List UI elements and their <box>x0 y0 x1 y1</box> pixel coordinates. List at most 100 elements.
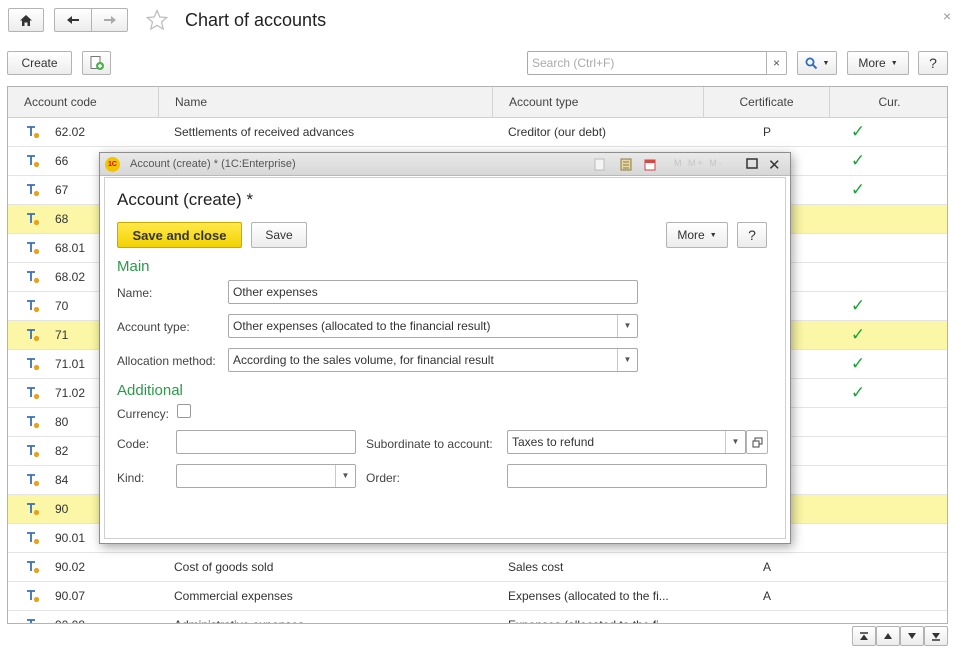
dialog-title-bar[interactable]: 1C Account (create) * (1C:Enterprise) M … <box>100 153 790 176</box>
order-field[interactable] <box>507 464 767 488</box>
save-and-close-button[interactable]: Save and close <box>117 222 242 248</box>
code-field[interactable] <box>176 430 356 454</box>
dialog-more-label: More <box>677 228 705 242</box>
account-type-icon <box>26 531 40 545</box>
dialog-content: Account (create) * Save and close Save M… <box>104 177 786 539</box>
account-type-icon <box>26 183 40 197</box>
currency-check-icon: ✓ <box>850 383 866 402</box>
account-type-label: Account type: <box>117 320 190 334</box>
search-clear-button[interactable]: × <box>766 51 787 75</box>
search-placeholder: Search (Ctrl+F) <box>532 56 615 70</box>
memory-buttons-icon: M M+ M- <box>674 158 724 168</box>
cell-certificate: P <box>762 125 771 139</box>
account-type-icon <box>26 299 40 313</box>
maximize-icon[interactable] <box>746 158 758 169</box>
currency-check-icon: ✓ <box>850 325 866 344</box>
dialog-title: Account (create) * <box>117 190 254 209</box>
table-row[interactable]: 90.02 Cost of goods sold Sales cost A <box>8 553 947 582</box>
dropdown-arrow-icon[interactable]: ▼ <box>617 315 637 337</box>
chevron-down-icon: ▼ <box>709 231 717 239</box>
account-type-icon <box>26 212 40 226</box>
calendar-icon[interactable] <box>644 158 656 171</box>
currency-check-icon: ✓ <box>850 354 866 373</box>
scroll-to-top-button[interactable] <box>852 626 876 646</box>
save-button[interactable]: Save <box>251 222 307 248</box>
currency-checkbox[interactable] <box>177 404 191 418</box>
cell-name: Administrative expenses <box>174 611 489 623</box>
order-label: Order: <box>366 471 401 485</box>
table-header: Account code Name Account type Certifica… <box>8 87 947 118</box>
kind-select[interactable]: ▼ <box>176 464 356 488</box>
dropdown-arrow-icon[interactable]: ▼ <box>335 465 355 487</box>
table-row[interactable]: 62.02 Settlements of received advances Cre… <box>8 118 947 147</box>
dialog-help-button[interactable]: ? <box>737 222 767 248</box>
cell-account-type: Expenses (allocated to the fi... <box>508 589 669 603</box>
account-type-icon <box>26 386 40 400</box>
table-row[interactable]: 90.08 Administrative expenses Expenses (al… <box>8 611 947 623</box>
currency-label: Currency: <box>117 407 170 421</box>
currency-check-icon: ✓ <box>850 180 866 199</box>
favorite-star-icon[interactable] <box>146 9 168 31</box>
dialog-help-label: ? <box>748 227 756 243</box>
section-main-heading: Main <box>117 258 150 275</box>
scroll-up-button[interactable] <box>876 626 900 646</box>
account-create-dialog[interactable]: 1C Account (create) * (1C:Enterprise) M … <box>99 152 791 544</box>
dropdown-arrow-icon[interactable]: ▼ <box>617 349 637 371</box>
cell-name: Settlements of received advances <box>174 125 355 139</box>
account-type-icon <box>26 473 40 487</box>
chevron-down-icon: ▼ <box>890 59 898 67</box>
triangle-up-icon <box>883 632 893 640</box>
cell-account-code: 90.07 <box>55 589 86 603</box>
name-value: Other expenses <box>233 285 318 299</box>
column-header-name[interactable]: Name <box>159 87 493 118</box>
help-button[interactable]: ? <box>918 51 948 75</box>
currency-check-icon: ✓ <box>850 151 866 170</box>
search-button[interactable]: ▼ <box>797 51 837 75</box>
column-header-certificate[interactable]: Certificate <box>704 87 830 118</box>
copy-button[interactable] <box>82 51 111 75</box>
calculator-icon[interactable] <box>620 158 632 171</box>
account-type-icon <box>26 444 40 458</box>
table-row[interactable]: 90.07 Commercial expenses Expenses (alloca… <box>8 582 947 611</box>
column-header-account-code[interactable]: Account code <box>8 87 159 118</box>
name-label: Name: <box>117 286 153 300</box>
close-icon[interactable]: × <box>943 8 951 24</box>
scroll-down-button[interactable] <box>900 626 924 646</box>
document-icon[interactable] <box>594 158 605 171</box>
open-window-icon <box>752 437 763 448</box>
cell-certificate: A <box>762 560 771 574</box>
dropdown-arrow-icon[interactable]: ▼ <box>725 431 745 453</box>
column-header-cur[interactable]: Cur. <box>830 87 947 118</box>
help-button-label: ? <box>929 55 937 71</box>
account-type-select[interactable]: Other expenses (allocated to the financi… <box>228 314 638 338</box>
back-button[interactable] <box>54 8 92 32</box>
account-type-value: Other expenses (allocated to the financi… <box>233 319 491 333</box>
allocation-method-select[interactable]: According to the sales volume, for finan… <box>228 348 638 372</box>
account-type-icon <box>26 589 40 603</box>
column-header-account-type[interactable]: Account type <box>493 87 704 118</box>
section-additional-heading: Additional <box>117 382 183 399</box>
more-button-label: More <box>858 56 886 70</box>
first-page-icon <box>859 631 869 641</box>
save-label: Save <box>265 228 293 242</box>
subordinate-value: Taxes to refund <box>512 435 595 449</box>
scroll-to-bottom-button[interactable] <box>924 626 948 646</box>
cell-account-code: 90.02 <box>55 560 86 574</box>
page-title: Chart of accounts <box>185 10 327 30</box>
arrow-right-icon <box>103 15 117 25</box>
search-input[interactable]: Search (Ctrl+F) <box>527 51 767 75</box>
add-copy-icon <box>89 55 105 71</box>
currency-check-icon: ✓ <box>850 122 866 141</box>
open-subordinate-button[interactable] <box>746 430 768 454</box>
dialog-more-button[interactable]: More ▼ <box>666 222 728 248</box>
forward-button[interactable] <box>91 8 128 32</box>
name-field[interactable]: Other expenses <box>228 280 638 304</box>
subordinate-select[interactable]: Taxes to refund ▼ <box>507 430 746 454</box>
account-type-icon <box>26 415 40 429</box>
cell-name: Commercial expenses <box>174 589 293 603</box>
close-icon[interactable]: ✕ <box>768 156 781 174</box>
more-button[interactable]: More ▼ <box>847 51 909 75</box>
home-button[interactable] <box>8 8 44 32</box>
cell-account-code: 62.02 <box>55 125 86 139</box>
create-button[interactable]: Create <box>7 51 72 75</box>
